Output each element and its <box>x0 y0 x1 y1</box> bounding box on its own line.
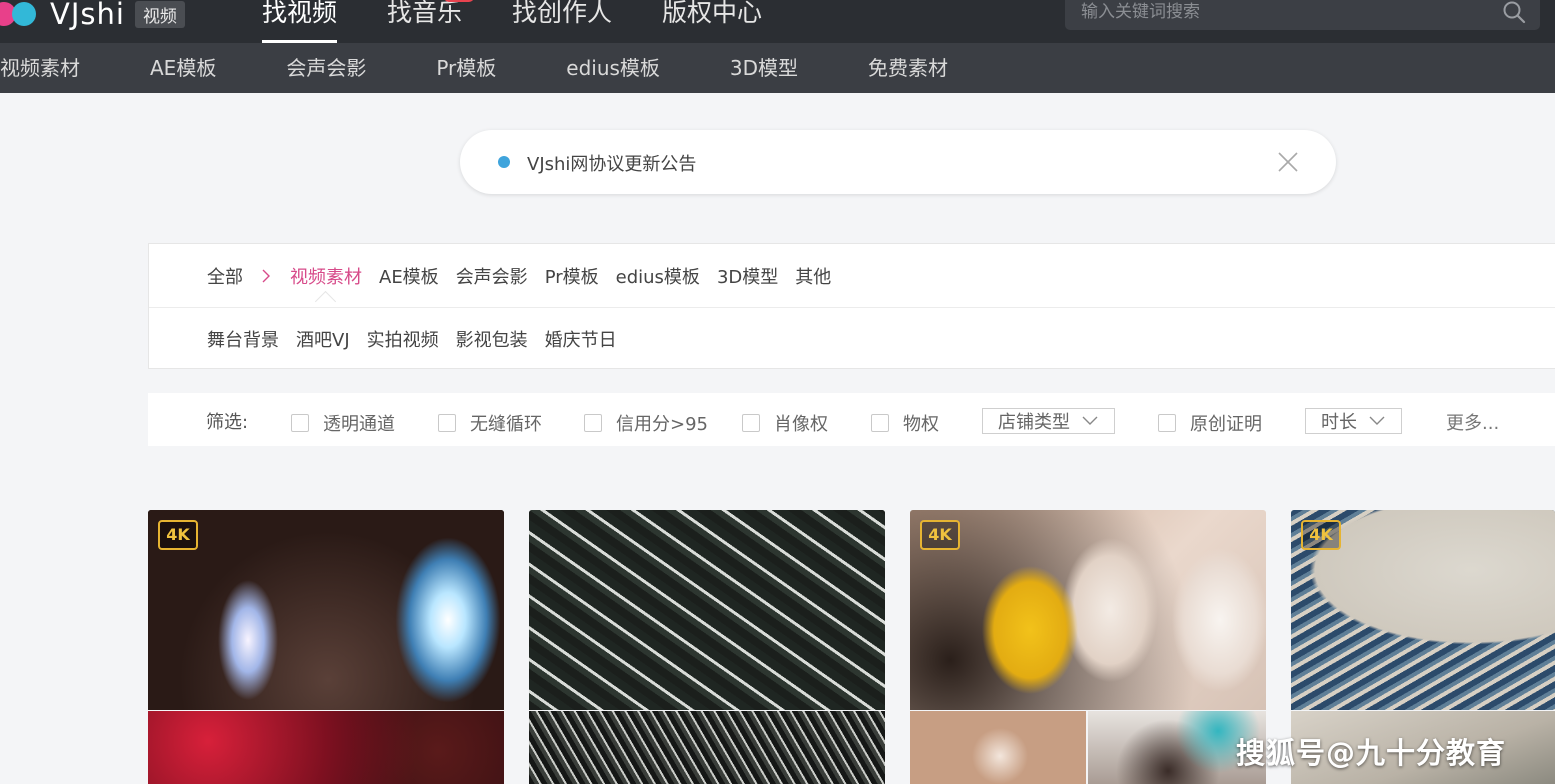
filter-more-link[interactable]: 更多... <box>1446 409 1499 435</box>
checkbox[interactable] <box>438 414 456 432</box>
filter-original-proof[interactable]: 原创证明 <box>1158 410 1262 436</box>
filter-label: 筛选: <box>206 412 249 433</box>
subcategory-live-footage[interactable]: 实拍视频 <box>367 326 439 352</box>
filter-option-label: 信用分>95 <box>616 414 708 435</box>
notice-banner[interactable]: VJshi网协议更新公告 <box>460 130 1336 194</box>
category-other[interactable]: 其他 <box>795 263 831 289</box>
category-pr-template[interactable]: Pr模板 <box>545 263 599 289</box>
filter-option-label: 原创证明 <box>1190 414 1262 435</box>
top-header: VJshi 视频 找视频 找音乐 找创作人 版权中心 <box>0 0 1555 43</box>
subnav-pr-template[interactable]: Pr模板 <box>436 55 496 81</box>
category-video-material[interactable]: 视频素材 <box>290 263 362 289</box>
category-row-secondary: 舞台背景 酒吧VJ 实拍视频 影视包装 婚庆节日 <box>207 326 634 352</box>
filter-credit-score[interactable]: 信用分>95 <box>584 410 708 436</box>
filter-portrait-rights[interactable]: 肖像权 <box>742 410 828 436</box>
chevron-down-icon <box>1369 416 1385 425</box>
subnav-ae-template[interactable]: AE模板 <box>150 55 216 81</box>
logo-text: VJshi <box>50 0 125 31</box>
duration-label: 时长 <box>1321 412 1357 433</box>
subnav-3d-model[interactable]: 3D模型 <box>730 55 798 81</box>
category-divider <box>149 307 1555 308</box>
category-3d-model[interactable]: 3D模型 <box>717 263 778 289</box>
filter-option-label: 物权 <box>903 414 939 435</box>
close-icon[interactable] <box>1278 152 1298 172</box>
chevron-right-icon <box>262 269 270 283</box>
video-card[interactable]: 4K <box>910 510 1266 784</box>
search-input[interactable] <box>1081 0 1481 24</box>
nav-find-creator[interactable]: 找创作人 <box>512 0 612 43</box>
video-card[interactable] <box>529 510 885 784</box>
sub-nav: 视频素材 AE模板 会声会影 Pr模板 edius模板 3D模型 免费素材 <box>0 55 1018 81</box>
video-thumbnail-preview <box>910 711 1086 784</box>
subnav-video-material[interactable]: 视频素材 <box>0 55 80 81</box>
duration-select[interactable]: 时长 <box>1305 408 1402 434</box>
filter-seamless-loop[interactable]: 无缝循环 <box>438 410 542 436</box>
filter-transparent-channel[interactable]: 透明通道 <box>291 410 395 436</box>
store-type-select[interactable]: 店铺类型 <box>982 408 1115 434</box>
category-edius-template[interactable]: edius模板 <box>616 263 700 289</box>
filter-option-label: 透明通道 <box>323 414 395 435</box>
nav-find-video[interactable]: 找视频 <box>262 0 338 43</box>
sub-nav-bar: 视频素材 AE模板 会声会影 Pr模板 edius模板 3D模型 免费素材 <box>0 43 1555 93</box>
category-ae-template[interactable]: AE模板 <box>379 263 439 289</box>
video-thumbnail[interactable] <box>529 510 885 710</box>
logo[interactable]: VJshi 视频 <box>0 0 185 32</box>
checkbox[interactable] <box>871 414 889 432</box>
hot-badge <box>444 0 475 2</box>
resolution-badge: 4K <box>920 520 960 550</box>
subcategory-wedding-holiday[interactable]: 婚庆节日 <box>545 326 617 352</box>
filter-bar: 筛选: 透明通道 无缝循环 信用分>95 肖像权 物权 店铺类型 原创证明 时长… <box>148 393 1555 446</box>
main-nav: 找视频 找音乐 找创作人 版权中心 <box>262 0 812 43</box>
checkbox[interactable] <box>1158 414 1176 432</box>
notice-text[interactable]: VJshi网协议更新公告 <box>527 150 696 176</box>
nav-find-music[interactable]: 找音乐 <box>387 0 475 43</box>
logo-mark-icon <box>0 0 46 28</box>
resolution-badge: 4K <box>158 520 198 550</box>
search-box <box>1065 0 1540 30</box>
checkbox[interactable] <box>742 414 760 432</box>
checkbox[interactable] <box>291 414 309 432</box>
chevron-down-icon <box>1082 416 1098 425</box>
video-thumbnail-preview <box>529 711 885 784</box>
subnav-free-material[interactable]: 免费素材 <box>868 55 948 81</box>
category-all[interactable]: 全部 <box>207 263 243 289</box>
subcategory-bar-vj[interactable]: 酒吧VJ <box>296 326 350 352</box>
subnav-edius-template[interactable]: edius模板 <box>566 55 660 81</box>
nav-copyright-center[interactable]: 版权中心 <box>662 0 762 43</box>
subnav-huisheng[interactable]: 会声会影 <box>286 55 366 81</box>
filter-option-label: 无缝循环 <box>470 414 542 435</box>
video-thumbnail-preview <box>148 711 504 784</box>
category-row-primary: 全部 视频素材 AE模板 会声会影 Pr模板 edius模板 3D模型 其他 <box>207 263 848 289</box>
video-thumbnail[interactable] <box>148 510 504 710</box>
watermark-text: 搜狐号@九十分教育 <box>1236 736 1507 770</box>
video-thumbnail[interactable] <box>910 510 1266 710</box>
video-card[interactable]: 4K <box>148 510 504 784</box>
category-panel: 全部 视频素材 AE模板 会声会影 Pr模板 edius模板 3D模型 其他 舞… <box>148 243 1555 369</box>
resolution-badge: 4K <box>1301 520 1341 550</box>
notice-dot-icon <box>498 156 510 168</box>
store-type-label: 店铺类型 <box>998 412 1070 433</box>
filter-property-rights[interactable]: 物权 <box>871 410 939 436</box>
filter-option-label: 肖像权 <box>774 414 828 435</box>
checkbox[interactable] <box>584 414 602 432</box>
nav-find-music-label: 找音乐 <box>387 0 463 27</box>
category-huisheng[interactable]: 会声会影 <box>456 263 528 289</box>
subcategory-film-packaging[interactable]: 影视包装 <box>456 326 528 352</box>
subcategory-stage-background[interactable]: 舞台背景 <box>207 326 279 352</box>
search-icon[interactable] <box>1502 0 1526 24</box>
logo-tag: 视频 <box>134 0 185 28</box>
